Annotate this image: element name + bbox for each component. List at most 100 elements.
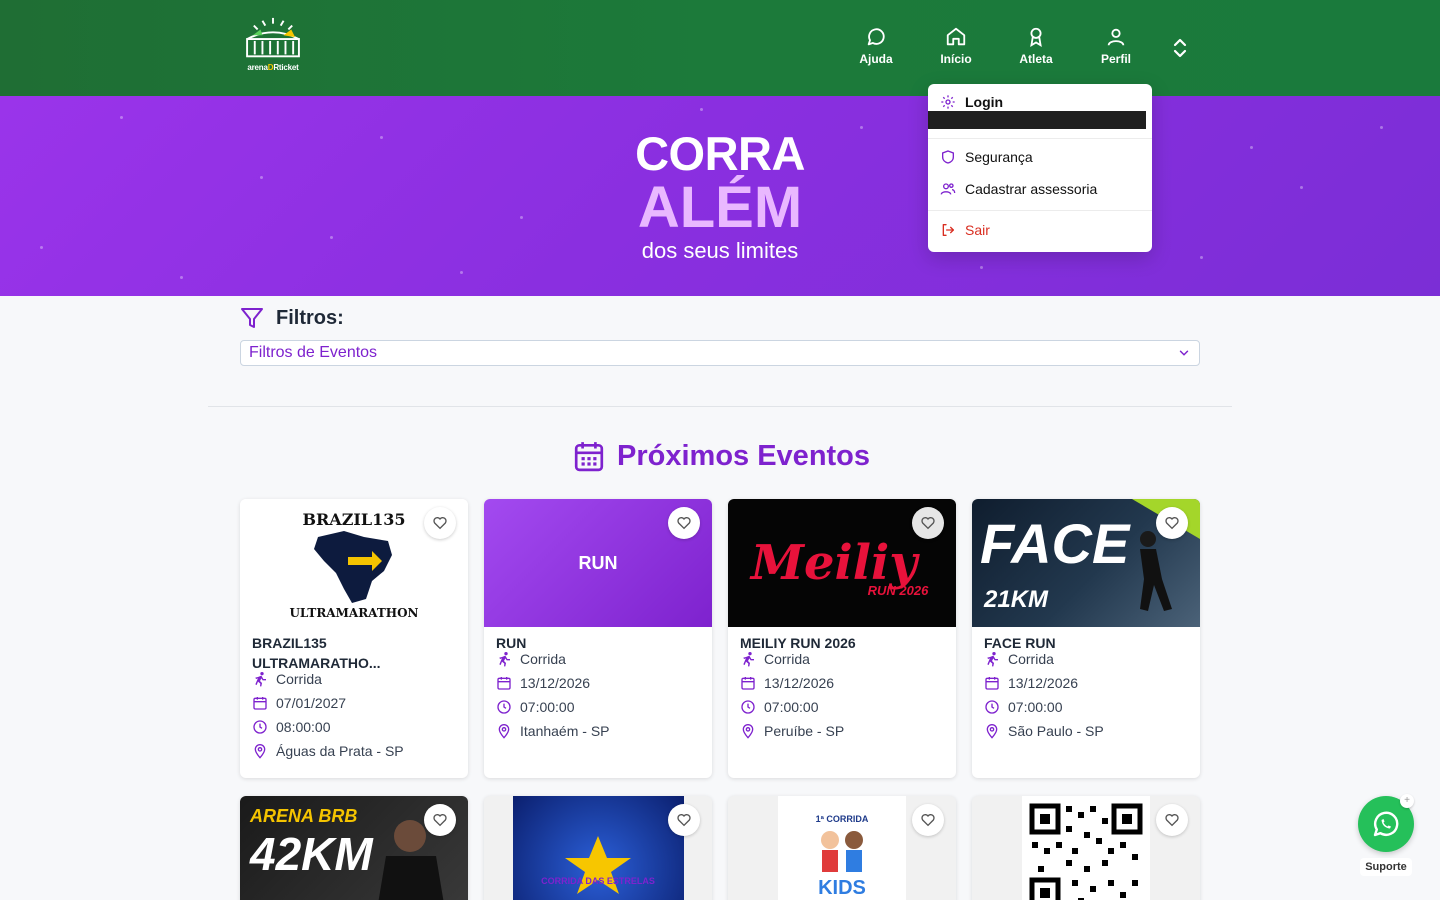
favorite-button[interactable] — [424, 804, 456, 836]
calendar-icon — [985, 677, 999, 690]
svg-text:ARENA BRB: ARENA BRB — [249, 806, 357, 826]
event-card[interactable]: CORRIDA DAS ESTRELAS — [484, 796, 712, 900]
heart-icon — [677, 517, 691, 530]
clock-icon — [253, 720, 267, 734]
corrida-das-estrelas-poster-image: CORRIDA DAS ESTRELAS — [541, 836, 655, 894]
event-card[interactable] — [972, 796, 1200, 900]
favorite-button[interactable] — [668, 507, 700, 539]
favorite-button[interactable] — [912, 507, 944, 539]
menu-label: Segurança — [965, 149, 1033, 165]
map-pin-icon — [742, 724, 754, 739]
favorite-button[interactable] — [668, 804, 700, 836]
svg-text:CORRIDA DAS ESTRELAS: CORRIDA DAS ESTRELAS — [541, 876, 655, 886]
menu-item-login[interactable]: Login — [940, 94, 1003, 110]
close-support-button[interactable]: + — [1400, 794, 1414, 808]
event-card[interactable]: 1ª CORRIDA KIDS — [728, 796, 956, 900]
whatsapp-icon — [1373, 811, 1399, 837]
clock-icon — [497, 700, 511, 714]
logout-icon — [942, 224, 954, 236]
heart-icon — [1165, 517, 1179, 530]
logo-text: arenaDRticket — [247, 63, 299, 72]
chevron-up-down-icon[interactable] — [1168, 36, 1192, 60]
home-icon — [946, 27, 966, 46]
calendar-icon — [741, 677, 755, 690]
medal-icon — [1030, 27, 1042, 48]
shield-icon — [942, 150, 954, 164]
svg-text:21KM: 21KM — [983, 586, 1049, 613]
kids-race-poster-image: 1ª CORRIDA KIDS — [816, 814, 869, 899]
event-date: 13/12/2026 — [496, 675, 590, 691]
menu-item-sair[interactable]: Sair — [940, 222, 990, 238]
map-pin-icon — [498, 724, 510, 739]
event-date: 13/12/2026 — [984, 675, 1078, 691]
users-icon — [940, 183, 956, 195]
heart-icon — [433, 517, 447, 530]
favorite-button[interactable] — [1156, 804, 1188, 836]
nav-inicio[interactable]: Início — [936, 26, 976, 66]
event-card[interactable]: FACE 21KM FACE RUN Corrida 13/12/2026 07… — [972, 499, 1200, 778]
svg-text:FACE: FACE — [980, 512, 1131, 575]
event-type: Corrida — [496, 651, 566, 667]
event-filters-select[interactable]: Filtros de Eventos — [240, 340, 1200, 366]
chevron-down-icon — [1179, 350, 1189, 356]
nav-label: Atleta — [1019, 52, 1053, 66]
nav-label: Ajuda — [859, 52, 893, 66]
event-location: São Paulo - SP — [984, 723, 1104, 739]
upcoming-events-title: Próximos Eventos — [617, 440, 871, 472]
event-title: FACE RUN — [984, 635, 1056, 651]
heart-icon — [1165, 814, 1179, 827]
event-card[interactable]: ARENA BRB 42KM — [240, 796, 468, 900]
calendar-icon — [253, 697, 267, 710]
nav-atleta[interactable]: Atleta — [1016, 26, 1056, 66]
top-header: arenaDRticket Ajuda Início Atleta Perfil — [0, 0, 1440, 96]
event-location: Itanhaém - SP — [496, 723, 610, 739]
event-image: 1ª CORRIDA KIDS — [778, 796, 906, 900]
event-title: RUN — [496, 635, 527, 651]
event-location: Águas da Prata - SP — [252, 743, 404, 759]
clock-icon — [741, 700, 755, 714]
svg-text:42KM: 42KM — [249, 828, 374, 880]
runner-icon — [987, 652, 998, 667]
support-label: Suporte — [1360, 858, 1412, 876]
menu-label: Sair — [965, 222, 990, 238]
event-type: Corrida — [984, 651, 1054, 667]
arenadr-logo[interactable]: arenaDRticket — [238, 16, 308, 76]
event-date: 13/12/2026 — [740, 675, 834, 691]
filters-title: Filtros: — [276, 307, 344, 329]
nav-label: Perfil — [1100, 52, 1131, 66]
runner-icon — [255, 672, 266, 687]
event-card[interactable]: RUN RUN Corrida 13/12/2026 07:00:00 Itan… — [484, 499, 712, 778]
heart-icon — [433, 814, 447, 827]
favorite-button[interactable] — [424, 507, 456, 539]
heart-icon — [921, 814, 935, 827]
gear-icon — [941, 95, 955, 109]
user-icon — [1107, 28, 1125, 46]
calendar-icon — [574, 442, 604, 472]
menu-item-seguranca[interactable]: Segurança — [940, 149, 1033, 165]
event-title: BRAZIL135 ULTRAMARATHO... — [252, 635, 381, 671]
event-time: 07:00:00 — [496, 699, 575, 715]
favorite-button[interactable] — [1156, 507, 1188, 539]
event-date: 07/01/2027 — [252, 695, 346, 711]
stadium-logo-icon — [246, 17, 300, 58]
event-card[interactable]: Meiliy RUN 2026 MEILIY RUN 2026 Corrida … — [728, 499, 956, 778]
event-image: CORRIDA DAS ESTRELAS — [513, 796, 684, 900]
runner-icon — [743, 652, 754, 667]
section-divider — [208, 406, 1232, 407]
chat-bubble-icon — [867, 28, 885, 46]
menu-label: Cadastrar assessoria — [965, 181, 1098, 197]
nav-ajuda[interactable]: Ajuda — [856, 26, 896, 66]
menu-divider — [928, 138, 1152, 139]
calendar-icon — [497, 677, 511, 690]
select-value: Filtros de Eventos — [249, 344, 378, 361]
svg-text:RUN 2026: RUN 2026 — [868, 583, 929, 598]
svg-text:ULTRAMARATHON: ULTRAMARATHON — [289, 606, 418, 620]
favorite-button[interactable] — [912, 804, 944, 836]
menu-item-cadastrar-assessoria[interactable]: Cadastrar assessoria — [940, 181, 1097, 197]
event-card[interactable]: BRAZIL135 ULTRAMARATHON BRAZIL135 ULTRAM… — [240, 499, 468, 778]
map-pin-icon — [986, 724, 998, 739]
menu-divider — [928, 210, 1152, 211]
nav-perfil[interactable]: Perfil — [1096, 26, 1136, 66]
hero-subtitle: dos seus limites — [641, 238, 799, 263]
hero-title: CORRA — [635, 127, 805, 180]
